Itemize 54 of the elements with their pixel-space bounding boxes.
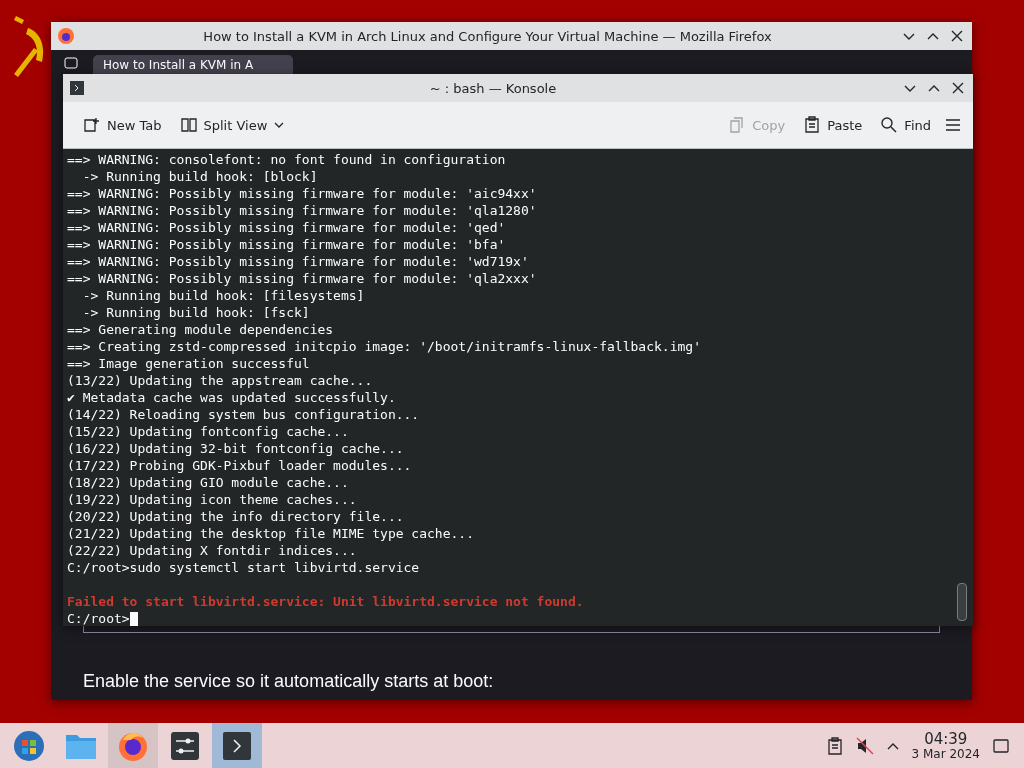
terminal-line: (13/22) Updating the appstream cache... [67,372,374,389]
terminal-line: ==> WARNING: Possibly missing firmware for module: 'bfa' [67,236,507,253]
split-view-icon [179,116,198,134]
firefox-icon [57,27,75,45]
mixer-icon [170,730,200,761]
error-line: Failed to start libvirtd.service: Unit libvirtd.service not found. [67,593,585,610]
terminal-line: ==> WARNING: Possibly missing firmware for module: 'wd719x' [67,253,530,270]
terminal-taskbar-button[interactable] [212,723,262,768]
terminal-line: (21/22) Updating the desktop file MIME type cache... [67,525,475,542]
terminal-line: ==> WARNING: Possibly missing firmware for module: 'qed' [67,219,507,236]
firefox-taskbar-button[interactable] [108,723,158,768]
find-button[interactable]: Find [874,112,937,138]
browser-tab[interactable]: How to Install a KVM in A [93,55,293,74]
terminal-line: ==> WARNING: Possibly missing firmware for module: 'qla2xxx' [67,270,538,287]
new-tab-button[interactable]: New Tab [77,112,168,138]
terminal-line: (20/22) Updating the info directory file... [67,508,405,525]
prompt: C:/root> [67,611,130,626]
clock-time[interactable]: 04:39 [924,730,968,747]
terminal-line: -> Running build hook: [fsck] [81,304,311,321]
terminal-line: (16/22) Updating 32-bit fontconfig cache... [67,440,405,457]
window-title: ~ : bash — Konsole [428,80,558,96]
scrollbar-thumb[interactable] [957,583,967,621]
clock-date[interactable]: 3 Mar 2024 [911,746,980,761]
window-title: How to Install a KVM in Arch Linux and Configure Your Virtual Machine — Mozilla Firefox [202,28,773,44]
new-tab-icon [83,116,101,134]
terminal-line: (18/22) Updating GIO module cache... [67,474,350,491]
search-icon [880,116,899,134]
show-desktop-icon[interactable] [992,736,1010,755]
terminal-line: (19/22) Updating icon theme caches... [67,491,358,508]
terminal-line: (17/22) Probing GDK-Pixbuf loader modules... [67,457,413,474]
terminal-icon [69,80,85,96]
terminal-line: ✔ Metadata cache was updated successfully. [67,389,397,406]
terminal-line: (15/22) Updating fontconfig cache... [67,423,350,440]
terminal-line: ==> WARNING: Possibly missing firmware for module: 'qla1280' [67,202,538,219]
terminal-line: (22/22) Updating X fontdir indices... [67,542,358,559]
terminal-line: ==> Creating zstd-compressed initcpio image: '/boot/initramfs-linux-fallback.img' [67,338,702,355]
split-button[interactable]: Split View [173,112,292,138]
text-cursor [129,612,138,626]
clipboard-icon[interactable] [825,736,844,755]
terminal-line: ==> Image generation successful [67,355,311,372]
terminal-line: C:/root>sudo systemctl start libvirtd.service [67,559,421,576]
terminal-line: ==> WARNING: Possibly missing firmware for module: 'aic94xx' [67,185,538,202]
terminal-line: ==> WARNING: consolefont: no font found in configuration [67,151,507,168]
terminal-line: (14/22) Reloading system bus configuration... [67,406,421,423]
terminal-line: -> Running build hook: [filesystems] [81,287,366,304]
terminal-icon [222,730,252,761]
start-orb-icon [13,729,45,762]
terminal-line: ==> Generating module dependencies [67,321,335,338]
terminal-line: -> Running build hook: [block] [81,168,319,185]
clipboard-icon [803,116,822,134]
tab-list-icon[interactable] [63,55,79,71]
paragraph: Enable the service so it automatically starts at boot: [83,671,495,692]
muted-speaker-icon[interactable] [855,736,874,755]
paste-button[interactable]: Paste [797,112,869,138]
